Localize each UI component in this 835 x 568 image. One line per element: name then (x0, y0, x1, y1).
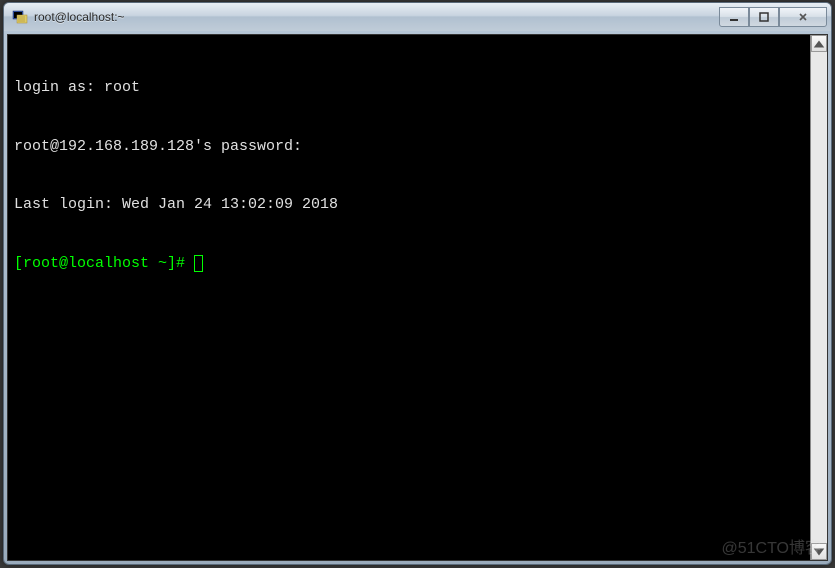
titlebar[interactable]: root@localhost:~ (4, 3, 831, 31)
scrollbar[interactable] (810, 35, 827, 560)
window-controls (719, 8, 827, 27)
close-button[interactable] (779, 7, 827, 27)
scroll-up-button[interactable] (811, 35, 827, 52)
terminal-line: root@192.168.189.128's password: (14, 137, 804, 157)
terminal-prompt: [root@localhost ~]# (14, 254, 804, 274)
maximize-button[interactable] (749, 7, 779, 27)
terminal-area: login as: root root@192.168.189.128's pa… (7, 34, 828, 561)
terminal-window: root@localhost:~ login as: root root@192… (3, 2, 832, 565)
terminal-line: Last login: Wed Jan 24 13:02:09 2018 (14, 195, 804, 215)
putty-icon (12, 9, 28, 25)
minimize-button[interactable] (719, 7, 749, 27)
scrollbar-track[interactable] (811, 52, 827, 543)
terminal-output[interactable]: login as: root root@192.168.189.128's pa… (8, 35, 810, 560)
terminal-line: login as: root (14, 78, 804, 98)
window-title: root@localhost:~ (34, 10, 719, 24)
scroll-down-button[interactable] (811, 543, 827, 560)
cursor-icon (194, 255, 203, 272)
